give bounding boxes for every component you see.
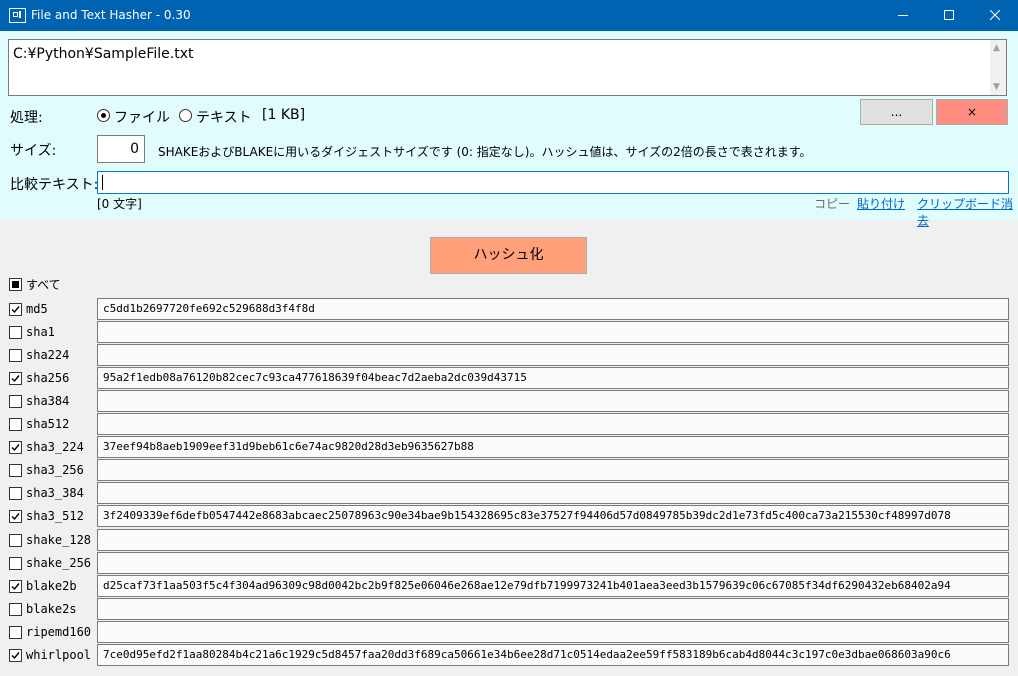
size-label: サイズ:: [10, 143, 57, 159]
app-icon: [9, 8, 26, 23]
process-label: 処理:: [10, 110, 43, 126]
algorithm-checkbox[interactable]: [9, 557, 22, 570]
algorithm-label[interactable]: sha3_384: [26, 486, 84, 500]
algorithm-checkbox[interactable]: [9, 441, 22, 454]
checkmark-icon: [11, 444, 20, 452]
algorithm-label[interactable]: md5: [26, 302, 48, 316]
checkmark-icon: [11, 583, 20, 591]
algorithm-checkbox[interactable]: [9, 534, 22, 547]
hash-value: 95a2f1edb08a76120b82cec7c93ca477618639f0…: [103, 371, 527, 384]
maximize-button[interactable]: [926, 0, 972, 31]
title-bar[interactable]: File and Text Hasher - 0.30: [0, 0, 1018, 31]
file-radio[interactable]: [97, 109, 110, 122]
hash-output-field[interactable]: [97, 621, 1009, 643]
file-radio-label[interactable]: ファイル: [114, 107, 170, 127]
close-window-button[interactable]: [972, 0, 1018, 31]
algorithm-label[interactable]: blake2s: [26, 602, 77, 616]
algorithm-checkbox[interactable]: [9, 649, 22, 662]
hash-value: 7ce0d95efd2f1aa80284b4c21a6c1929c5d8457f…: [103, 648, 951, 661]
hash-output-field[interactable]: d25caf73f1aa503f5c4f304ad96309c98d0042bc…: [97, 575, 1009, 597]
checkmark-icon: [11, 306, 20, 314]
algorithm-checkbox[interactable]: [9, 418, 22, 431]
algorithm-label[interactable]: sha384: [26, 394, 69, 408]
hash-output-field[interactable]: [97, 459, 1009, 481]
algorithm-label[interactable]: sha3_256: [26, 463, 84, 477]
algorithm-checkbox[interactable]: [9, 626, 22, 639]
checkmark-icon: [11, 513, 20, 521]
hash-output-field[interactable]: [97, 413, 1009, 435]
text-radio-label[interactable]: テキスト: [196, 107, 252, 127]
algorithm-checkbox[interactable]: [9, 580, 22, 593]
algorithm-checkbox[interactable]: [9, 303, 22, 316]
compare-text-label: 比較テキスト:: [10, 177, 99, 193]
char-count: [0 文字]: [97, 197, 142, 211]
minimize-button[interactable]: [880, 0, 926, 31]
hash-output-field[interactable]: c5dd1b2697720fe692c529688d3f4f8d: [97, 298, 1009, 320]
hash-output-field[interactable]: [97, 482, 1009, 504]
window-title: File and Text Hasher - 0.30: [31, 8, 191, 22]
compare-text-input[interactable]: [97, 171, 1009, 194]
text-radio[interactable]: [179, 109, 192, 122]
checkmark-icon: [11, 375, 20, 383]
hash-output-field[interactable]: 7ce0d95efd2f1aa80284b4c21a6c1929c5d8457f…: [97, 644, 1009, 666]
algorithm-checkbox[interactable]: [9, 372, 22, 385]
maximize-icon: [944, 10, 954, 20]
algorithm-label[interactable]: ripemd160: [26, 625, 91, 639]
algorithm-label[interactable]: sha512: [26, 417, 69, 431]
scroll-down-icon[interactable]: ▼: [993, 82, 1000, 92]
minimize-icon: [898, 15, 908, 16]
select-all-checkbox[interactable]: [9, 278, 22, 291]
algorithm-label[interactable]: sha3_512: [26, 509, 84, 523]
hash-output-field[interactable]: 95a2f1edb08a76120b82cec7c93ca477618639f0…: [97, 367, 1009, 389]
algorithm-label[interactable]: shake_128: [26, 533, 91, 547]
text-caret: [102, 175, 103, 190]
algorithm-checkbox[interactable]: [9, 326, 22, 339]
algorithm-label[interactable]: whirlpool: [26, 648, 91, 662]
algorithm-label[interactable]: blake2b: [26, 579, 77, 593]
clear-button[interactable]: ×: [936, 99, 1008, 125]
algorithm-checkbox[interactable]: [9, 603, 22, 616]
algorithm-label[interactable]: sha1: [26, 325, 55, 339]
algorithm-checkbox[interactable]: [9, 349, 22, 362]
clear-clipboard-link[interactable]: クリップボード消去: [917, 195, 1018, 229]
algorithm-label[interactable]: sha224: [26, 348, 69, 362]
algorithm-checkbox[interactable]: [9, 464, 22, 477]
hash-output-field[interactable]: [97, 321, 1009, 343]
algorithm-checkbox[interactable]: [9, 510, 22, 523]
algorithm-checkbox[interactable]: [9, 487, 22, 500]
scroll-up-icon[interactable]: ▲: [993, 43, 1000, 53]
paste-link[interactable]: 貼り付け: [857, 195, 905, 212]
file-path-input[interactable]: C:¥Python¥SampleFile.txt ▲ ▼: [8, 39, 1007, 96]
browse-button[interactable]: ...: [860, 99, 933, 125]
checkmark-icon: [11, 652, 20, 660]
hash-output-field[interactable]: [97, 552, 1009, 574]
hash-value: 3f2409339ef6defb0547442e8683abcaec250789…: [103, 509, 951, 522]
copy-link[interactable]: コピー: [814, 195, 850, 212]
file-path-text: C:¥Python¥SampleFile.txt: [13, 46, 194, 62]
algorithm-label[interactable]: sha256: [26, 371, 69, 385]
select-all-label[interactable]: すべて: [26, 276, 61, 293]
file-size-info: [1 KB]: [262, 107, 306, 123]
size-description: SHAKEおよびBLAKEに用いるダイジェストサイズです (0: 指定なし)。ハ…: [158, 145, 812, 159]
hash-value: 37eef94b8aeb1909eef31d9beb61c6e74ac9820d…: [103, 440, 474, 453]
hash-output-field[interactable]: [97, 598, 1009, 620]
algorithm-checkbox[interactable]: [9, 395, 22, 408]
hash-output-field[interactable]: [97, 390, 1009, 412]
algorithm-label[interactable]: shake_256: [26, 556, 91, 570]
path-scrollbar[interactable]: ▲ ▼: [990, 40, 1006, 95]
hash-output-field[interactable]: [97, 344, 1009, 366]
close-icon: [990, 10, 1001, 21]
hash-output-field[interactable]: 37eef94b8aeb1909eef31d9beb61c6e74ac9820d…: [97, 436, 1009, 458]
hash-output-field[interactable]: 3f2409339ef6defb0547442e8683abcaec250789…: [97, 505, 1009, 527]
hash-output-field[interactable]: [97, 529, 1009, 551]
hash-value: c5dd1b2697720fe692c529688d3f4f8d: [103, 302, 315, 315]
algorithm-label[interactable]: sha3_224: [26, 440, 84, 454]
hash-value: d25caf73f1aa503f5c4f304ad96309c98d0042bc…: [103, 579, 951, 592]
digest-size-input[interactable]: 0: [97, 135, 145, 163]
hash-button[interactable]: ハッシュ化: [430, 237, 587, 274]
